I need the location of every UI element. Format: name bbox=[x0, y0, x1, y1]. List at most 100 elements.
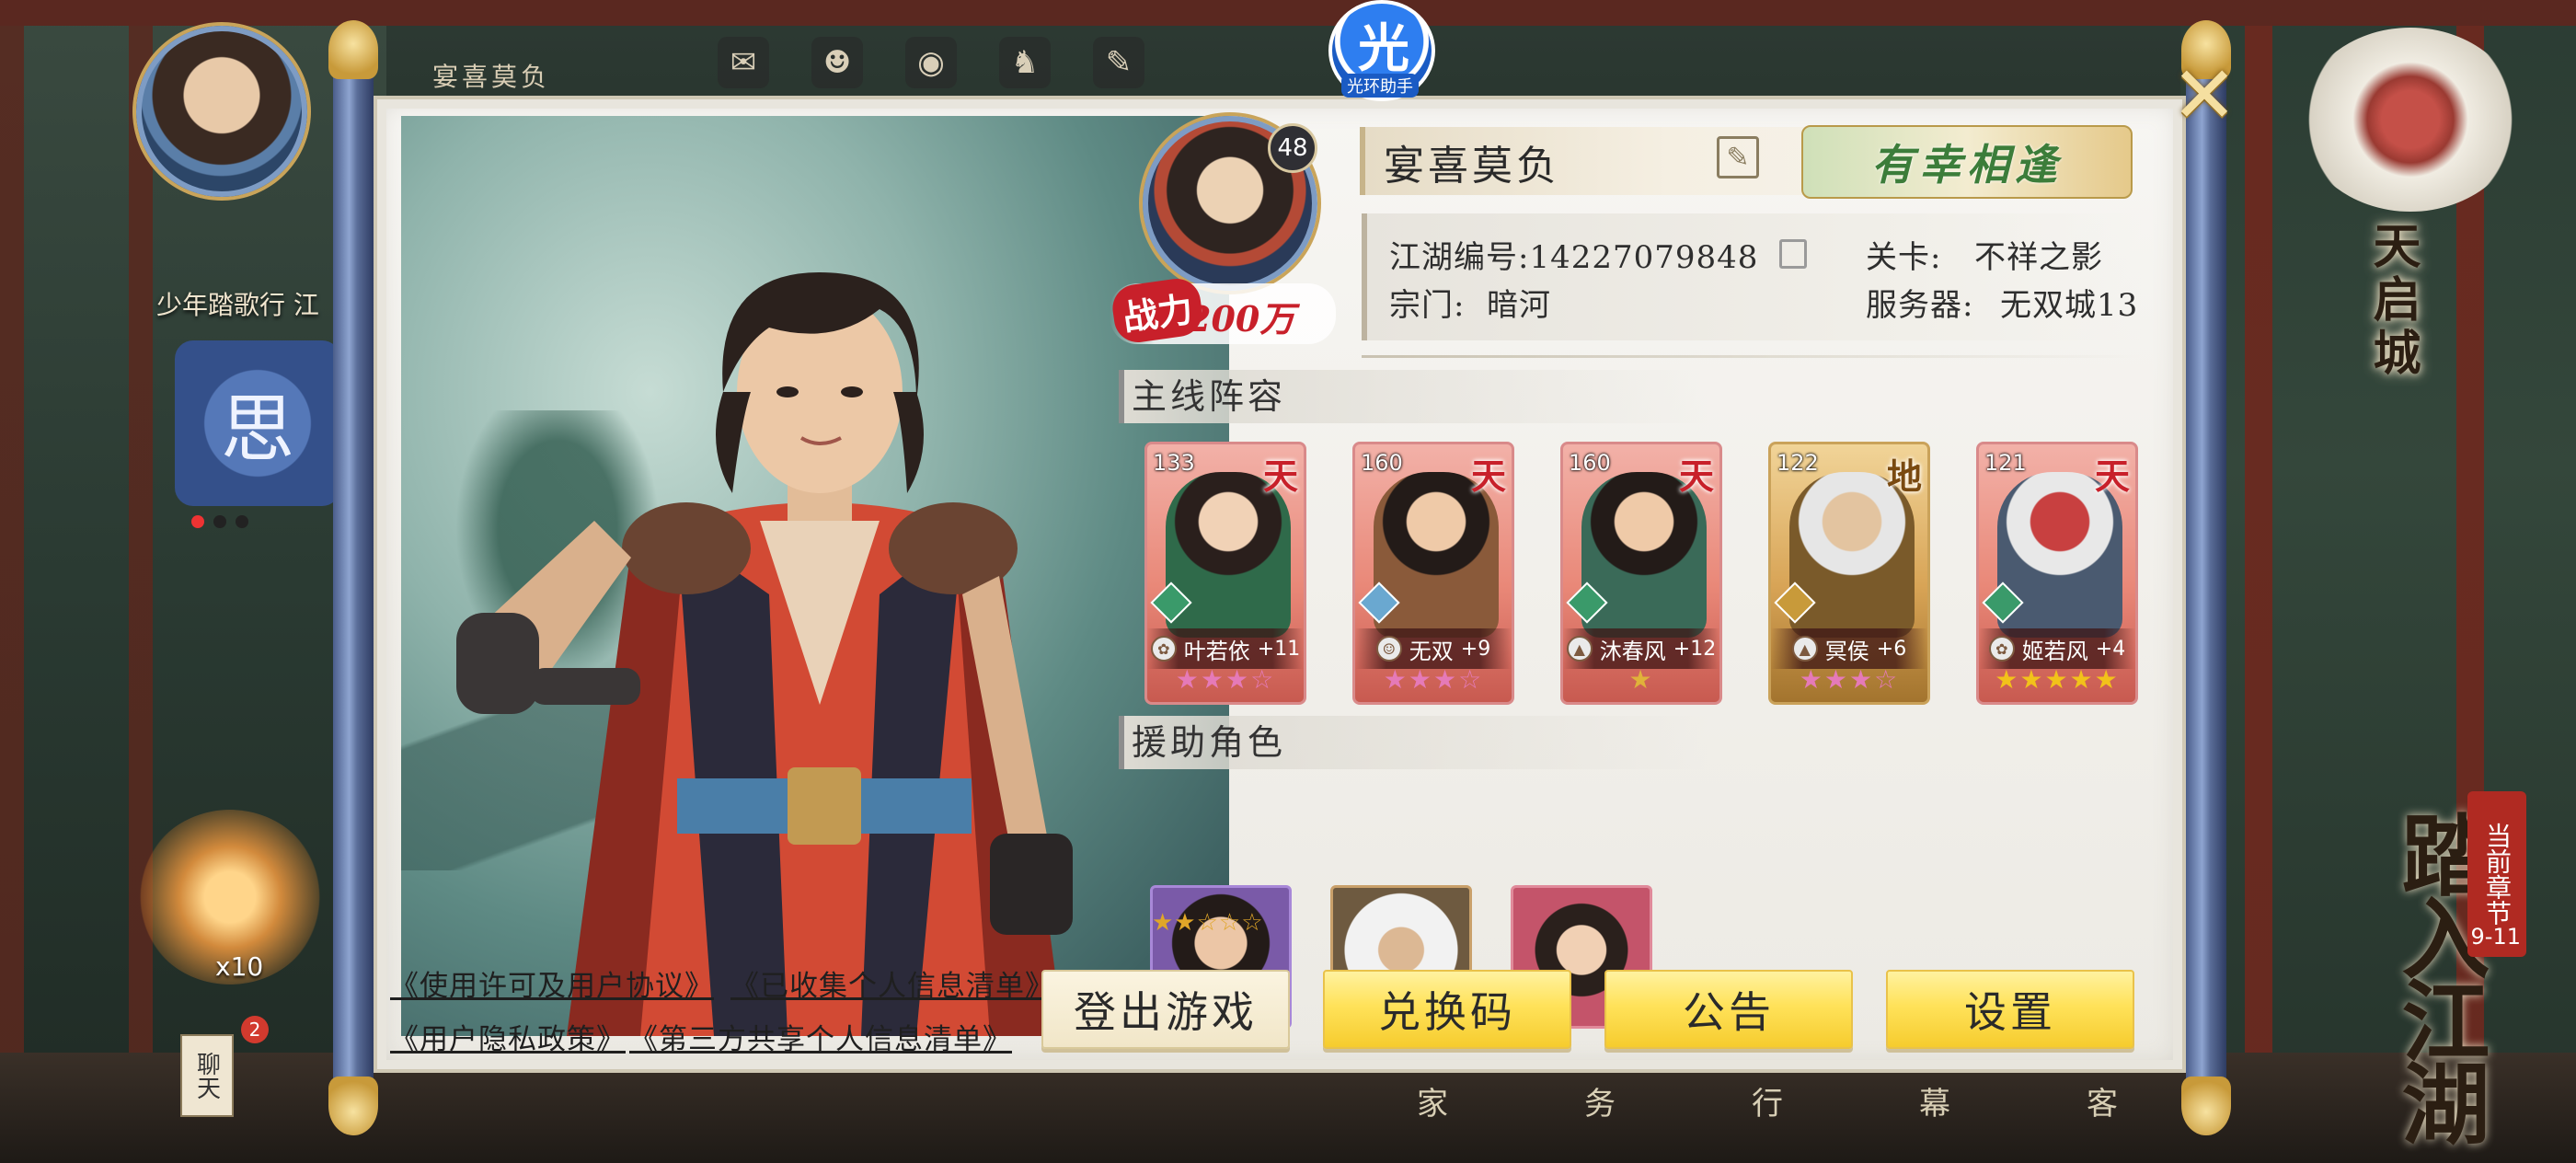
hero-card[interactable]: 122 地 ▲ 冥侯 +6 ★★★☆ bbox=[1768, 442, 1930, 705]
hero-rank: 天 bbox=[1262, 455, 1298, 497]
rod-cap bbox=[2181, 1077, 2231, 1135]
hero-namebar: ✿ 姬若风 +4 bbox=[1979, 628, 2135, 669]
friends-icon[interactable]: ☻ bbox=[811, 37, 863, 88]
hero-level: 121 bbox=[1984, 450, 2027, 476]
hud-player-avatar[interactable] bbox=[136, 26, 307, 197]
mount-icon[interactable]: ♞ bbox=[999, 37, 1051, 88]
support-stars: ★★☆☆☆ bbox=[1152, 909, 1264, 937]
license-agreement-link[interactable]: 《使用许可及用户协议》 bbox=[390, 962, 714, 1004]
scroll-rod-right bbox=[2181, 20, 2231, 1135]
server-value: 无双城13 bbox=[2000, 287, 2139, 324]
close-button[interactable]: ✕ bbox=[2168, 50, 2241, 142]
power-value: 200万 bbox=[1187, 298, 1295, 340]
bottom-nav: 家 务 行 幕 客 bbox=[1417, 1078, 2118, 1123]
rod-cap bbox=[328, 1077, 378, 1135]
hero-name: 姬若风 bbox=[2021, 638, 2088, 664]
collected-info-link[interactable]: 《已收集个人信息清单》 bbox=[730, 962, 1054, 1004]
hero-card[interactable]: 160 天 ▲ 沐春风 +12 ★ bbox=[1560, 442, 1722, 705]
logout-button[interactable]: 登出游戏 bbox=[1041, 970, 1290, 1049]
hero-stars: ★★★☆ bbox=[1799, 664, 1900, 695]
hud-event-title: 少年踏歌行 江 bbox=[156, 290, 319, 320]
hero-plus: +4 bbox=[2095, 637, 2126, 661]
hero-card[interactable]: 133 天 ✿ 叶若依 +11 ★★★☆ bbox=[1144, 442, 1306, 705]
stage-label: 关卡: bbox=[1866, 239, 1942, 276]
hero-plus: +11 bbox=[1257, 637, 1301, 661]
hero-stars: ★★★☆ bbox=[1383, 664, 1484, 695]
nav-item-task[interactable]: 务 bbox=[1584, 1078, 1616, 1123]
scroll-rod-left bbox=[328, 20, 378, 1135]
privacy-policy-link[interactable]: 《用户隐私政策》 bbox=[390, 1016, 626, 1057]
chat-button[interactable]: 聊天 bbox=[180, 1034, 234, 1117]
main-lineup-heading: 主线阵容 bbox=[1119, 370, 1708, 423]
faction-icon: ▲ bbox=[1791, 636, 1818, 662]
profile-dialog: 48 战力 200万 宴喜莫负 ✎ 有幸相逢 江湖编号:14227079848 … bbox=[374, 96, 2186, 1073]
hud-event-banner[interactable]: 思 bbox=[175, 340, 340, 506]
nav-item-travel[interactable]: 行 bbox=[1752, 1078, 1783, 1123]
info-divider bbox=[1362, 355, 2142, 358]
faction-icon: ✿ bbox=[1988, 636, 2015, 662]
settings-button[interactable]: 设置 bbox=[1886, 970, 2134, 1049]
rod-cap bbox=[328, 20, 378, 79]
faction-icon: ▲ bbox=[1566, 636, 1593, 662]
edit-name-icon[interactable]: ✎ bbox=[1717, 136, 1759, 178]
hero-card[interactable]: 121 天 ✿ 姬若风 +4 ★★★★★ bbox=[1976, 442, 2138, 705]
hero-level: 160 bbox=[1569, 450, 1611, 476]
sect-value: 暗河 bbox=[1487, 287, 1551, 324]
hero-rank: 地 bbox=[1886, 455, 1922, 497]
hero-name: 沐春风 bbox=[1599, 638, 1666, 664]
third-party-info-link[interactable]: 《第三方共享个人信息清单》 bbox=[629, 1016, 1012, 1057]
carousel-dot bbox=[236, 515, 248, 528]
hero-stars: ★ bbox=[1628, 664, 1654, 695]
hud-player-name: 宴喜莫负 bbox=[432, 62, 551, 92]
hero-level: 160 bbox=[1361, 450, 1403, 476]
character-portrait bbox=[401, 116, 1229, 1036]
city-title: 天启城 bbox=[2364, 221, 2421, 381]
faction-icon: ☺ bbox=[1375, 636, 1402, 662]
eye-icon[interactable]: ◉ bbox=[905, 37, 957, 88]
mail-icon[interactable]: ✉ bbox=[718, 37, 769, 88]
hero-plus: +6 bbox=[1876, 637, 1907, 661]
nav-item-home[interactable]: 家 bbox=[1417, 1078, 1448, 1123]
stage-value: 不祥之影 bbox=[1974, 239, 2103, 276]
hero-namebar: ▲ 沐春风 +12 bbox=[1563, 628, 1719, 669]
hero-rank: 天 bbox=[2094, 455, 2130, 497]
player-level-badge: 48 bbox=[1268, 123, 1317, 173]
hero-level: 122 bbox=[1777, 450, 1819, 476]
hero-namebar: ✿ 叶若依 +11 bbox=[1147, 628, 1304, 669]
hero-rank: 天 bbox=[1678, 455, 1714, 497]
carousel-dots bbox=[191, 515, 248, 528]
hud-icon-bar: ✉ ☻ ◉ ♞ ✎ bbox=[718, 37, 1144, 88]
hero-level: 133 bbox=[1153, 450, 1195, 476]
player-name: 宴喜莫负 bbox=[1384, 143, 1560, 190]
server-label: 服务器: bbox=[1866, 287, 1974, 324]
nav-item-curtain[interactable]: 幕 bbox=[1919, 1078, 1950, 1123]
player-id: 江湖编号:14227079848 bbox=[1389, 239, 1759, 276]
quest-icon[interactable]: ✎ bbox=[1093, 37, 1144, 88]
faction-icon: ✿ bbox=[1150, 636, 1177, 662]
hero-stars: ★★★★★ bbox=[1995, 664, 2120, 695]
player-title-tag[interactable]: 有幸相逢 bbox=[1801, 125, 2133, 199]
hero-name: 冥侯 bbox=[1824, 638, 1869, 664]
hero-namebar: ▲ 冥侯 +6 bbox=[1771, 628, 1927, 669]
hero-plus: +9 bbox=[1460, 637, 1491, 661]
assistant-glyph: 光 bbox=[1358, 19, 1409, 79]
roof-beam bbox=[0, 0, 2576, 26]
sect-label: 宗门: bbox=[1389, 287, 1466, 324]
palace-icon[interactable] bbox=[2300, 28, 2521, 212]
copy-id-icon[interactable] bbox=[1779, 239, 1807, 269]
hero-rank: 天 bbox=[1470, 455, 1506, 497]
hero-card[interactable]: 160 天 ☺ 无双 +9 ★★★☆ bbox=[1352, 442, 1514, 705]
card-count: x10 bbox=[215, 951, 264, 982]
assistant-label: 光环助手 bbox=[1341, 74, 1419, 98]
carousel-dot bbox=[213, 515, 226, 528]
chat-badge: 2 bbox=[241, 1016, 269, 1043]
nav-item-guest[interactable]: 客 bbox=[2087, 1078, 2118, 1123]
hero-name: 叶若依 bbox=[1183, 638, 1250, 664]
hero-plus: +12 bbox=[1673, 637, 1717, 661]
hero-stars: ★★★☆ bbox=[1175, 664, 1276, 695]
hero-name: 无双 bbox=[1409, 638, 1454, 664]
notice-button[interactable]: 公告 bbox=[1604, 970, 1853, 1049]
chapter-number: 9-11 bbox=[2470, 924, 2521, 950]
support-heading: 援助角色 bbox=[1119, 716, 1708, 769]
redeem-code-button[interactable]: 兑换码 bbox=[1323, 970, 1571, 1049]
